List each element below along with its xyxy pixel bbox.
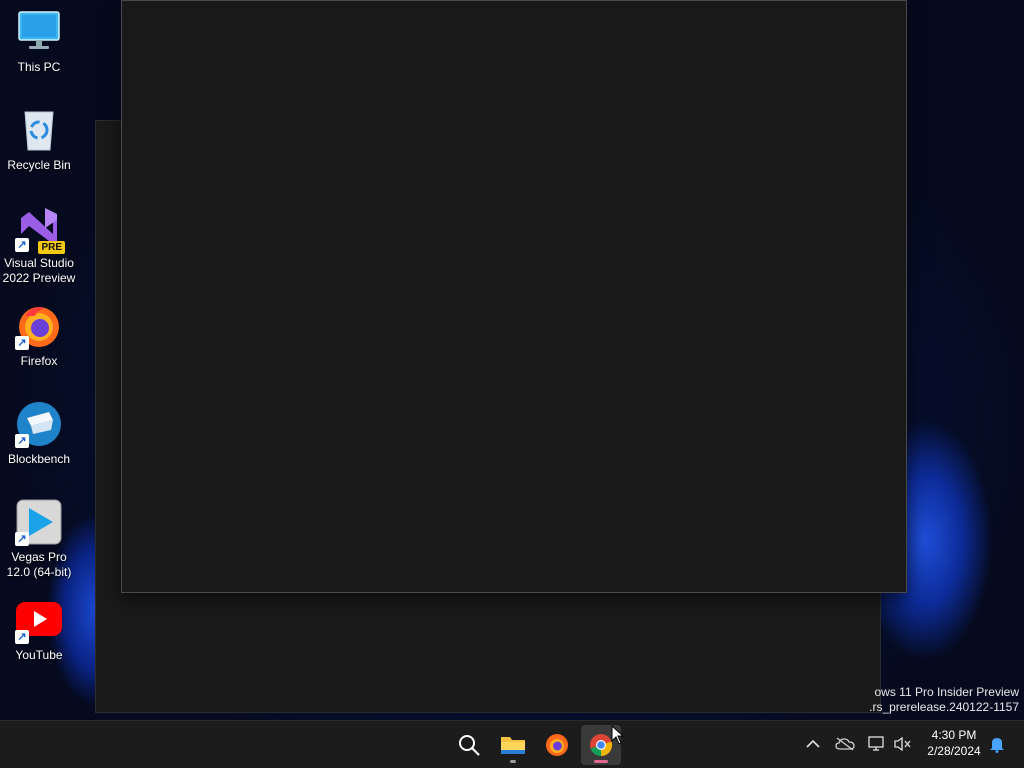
youtube-icon: ↗ xyxy=(15,596,63,644)
cloud-off-icon xyxy=(835,737,855,751)
chevron-up-icon xyxy=(806,739,820,748)
recycle-bin-icon xyxy=(15,106,63,154)
taskbar-search-button[interactable] xyxy=(449,725,489,765)
visual-studio-icon: PRE ↗ xyxy=(15,204,65,254)
mouse-cursor-icon xyxy=(611,724,625,750)
desktop-icon-vegas-pro[interactable]: ↗ Vegas Pro 12.0 (64-bit) xyxy=(0,498,78,580)
desktop-icon-recycle-bin[interactable]: Recycle Bin xyxy=(0,106,78,173)
desktop-icon-firefox[interactable]: ↗ Firefox xyxy=(0,302,78,369)
desktop-icon-label: Visual Studio 2022 Preview xyxy=(2,256,76,285)
firefox-icon: ↗ xyxy=(15,302,63,350)
desktop-icon-label: YouTube xyxy=(15,648,63,662)
desktop-icon-label: Vegas Pro 12.0 (64-bit) xyxy=(6,550,72,579)
taskbar-clock[interactable]: 4:30 PM 2/28/2024 xyxy=(918,727,990,759)
volume-tray-button[interactable] xyxy=(892,733,914,755)
watermark-line-1: ows 11 Pro Insider Preview xyxy=(874,685,1019,699)
speaker-muted-icon xyxy=(894,736,911,752)
clock-time: 4:30 PM xyxy=(931,728,977,742)
running-indicator xyxy=(510,760,516,763)
shortcut-arrow-icon: ↗ xyxy=(15,630,29,644)
monitor-icon xyxy=(15,8,63,56)
windows-watermark: ows 11 Pro Insider Preview .rs_prereleas… xyxy=(869,685,1019,715)
desktop-icon-visual-studio[interactable]: PRE ↗ Visual Studio 2022 Preview xyxy=(0,204,78,286)
vegas-pro-icon: ↗ xyxy=(15,498,63,546)
shortcut-arrow-icon: ↗ xyxy=(15,532,29,546)
network-tray-button[interactable] xyxy=(866,733,888,755)
preview-badge: PRE xyxy=(38,241,65,254)
folder-icon xyxy=(501,737,525,754)
desktop-icon-label: Firefox xyxy=(20,354,58,368)
search-icon xyxy=(459,735,480,756)
desktop-icon-label: Blockbench xyxy=(7,452,71,466)
taskbar-file-explorer-button[interactable] xyxy=(493,725,533,765)
desktop-icon-label: This PC xyxy=(17,60,61,74)
taskbar xyxy=(0,720,1024,768)
onedrive-tray-button[interactable] xyxy=(834,733,856,755)
shortcut-arrow-icon: ↗ xyxy=(15,336,29,350)
active-indicator xyxy=(594,760,608,763)
firefox-icon xyxy=(546,734,568,756)
desktop-icon-blockbench[interactable]: ↗ Blockbench xyxy=(0,400,78,467)
shortcut-arrow-icon: ↗ xyxy=(15,434,29,448)
shortcut-arrow-icon: ↗ xyxy=(15,238,29,252)
foreground-window[interactable] xyxy=(121,0,907,593)
show-hidden-icons-button[interactable] xyxy=(802,733,824,755)
clock-date: 2/28/2024 xyxy=(927,744,981,758)
desktop-icon-label: Recycle Bin xyxy=(7,158,71,172)
network-icon xyxy=(868,736,884,751)
watermark-line-2: .rs_prerelease.240122-1157 xyxy=(869,700,1019,714)
taskbar-firefox-button[interactable] xyxy=(537,725,577,765)
desktop-icon-this-pc[interactable]: This PC xyxy=(0,8,78,75)
desktop-icon-youtube[interactable]: ↗ YouTube xyxy=(0,596,78,663)
bell-icon xyxy=(990,738,1004,753)
blockbench-icon: ↗ xyxy=(15,400,63,448)
